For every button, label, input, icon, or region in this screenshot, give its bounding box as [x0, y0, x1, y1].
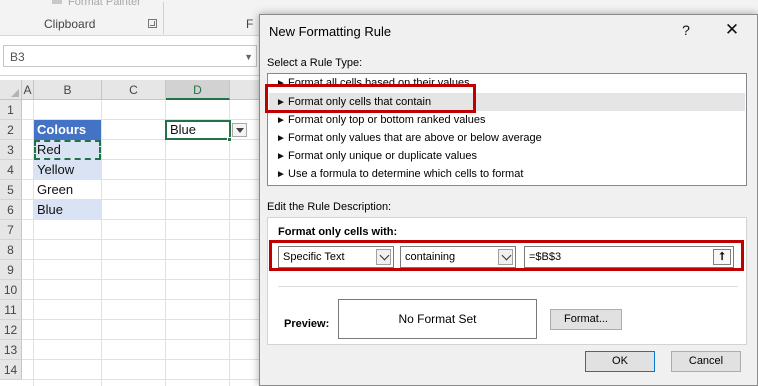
close-icon[interactable]: ✕ — [722, 20, 742, 40]
format-only-cells-label: Format only cells with: — [278, 226, 398, 238]
cell-b5[interactable]: Green — [34, 180, 101, 200]
highlight-selected-rule — [265, 84, 476, 113]
arrow-right-icon: ► — [276, 151, 286, 162]
row-header-10[interactable]: 10 — [0, 280, 22, 300]
chevron-down-icon[interactable]: ▼ — [244, 52, 253, 62]
worksheet-grid: A B C D 1 2 3 4 5 6 7 8 9 10 11 12 13 14… — [0, 80, 270, 386]
row-header-14[interactable]: 14 — [0, 360, 22, 380]
rule-type-item[interactable]: ► Format only unique or duplicate values — [269, 147, 745, 165]
clipboard-group-label: Clipboard — [44, 17, 96, 31]
gridline — [22, 299, 270, 300]
column-header-d[interactable]: D — [166, 80, 230, 100]
cancel-button[interactable]: Cancel — [671, 351, 741, 372]
font-group-label: F — [246, 17, 254, 31]
column-header-a[interactable]: A — [22, 80, 34, 100]
row-header-1[interactable]: 1 — [0, 100, 22, 120]
cell-d2[interactable]: Blue — [165, 120, 231, 140]
gridline — [22, 379, 270, 380]
row-header-5[interactable]: 5 — [0, 180, 22, 200]
rule-type-label: Format only unique or duplicate values — [288, 150, 477, 162]
row-header-13[interactable]: 13 — [0, 340, 22, 360]
dropdown-arrow-icon[interactable] — [232, 123, 247, 137]
rule-type-item[interactable]: ► Format only values that are above or be… — [269, 129, 745, 147]
help-icon[interactable]: ? — [676, 20, 696, 40]
select-rule-type-label: Select a Rule Type: — [267, 57, 363, 69]
gridline — [22, 259, 270, 260]
fill-handle[interactable] — [227, 137, 232, 142]
row-header-7[interactable]: 7 — [0, 220, 22, 240]
row-header-12[interactable]: 12 — [0, 320, 22, 340]
arrow-right-icon: ► — [276, 133, 286, 144]
rule-type-item[interactable]: ► Use a formula to determine which cells … — [269, 165, 745, 183]
arrow-right-icon: ► — [276, 169, 286, 180]
column-header-b[interactable]: B — [34, 80, 102, 100]
gridline — [229, 100, 230, 386]
rule-description-panel: Format only cells with: Specific Text co… — [267, 217, 747, 345]
select-all-corner[interactable] — [0, 80, 22, 100]
format-painter-label[interactable]: Format Painter — [68, 0, 141, 8]
column-header-c[interactable]: C — [102, 80, 166, 100]
row-header-9[interactable]: 9 — [0, 260, 22, 280]
ok-button[interactable]: OK — [585, 351, 655, 372]
gridline — [22, 359, 270, 360]
clipboard-launcher-icon[interactable] — [148, 19, 157, 28]
rule-type-item[interactable]: ► Format only top or bottom ranked values — [269, 111, 745, 129]
preview-label: Preview: — [284, 318, 330, 330]
row-header-4[interactable]: 4 — [0, 160, 22, 180]
format-button[interactable]: Format... — [550, 309, 622, 330]
gridline — [22, 279, 270, 280]
name-box[interactable]: B3 ▼ — [3, 45, 257, 67]
gridline — [101, 100, 102, 386]
highlight-condition-row — [269, 240, 744, 271]
ribbon-divider — [163, 2, 164, 34]
gridline — [22, 239, 270, 240]
row-header-11[interactable]: 11 — [0, 300, 22, 320]
cell-b2[interactable]: Colours — [34, 120, 101, 140]
row-header-6[interactable]: 6 — [0, 200, 22, 220]
row-header-3[interactable]: 3 — [0, 140, 22, 160]
new-formatting-rule-dialog: New Formatting Rule ? ✕ Select a Rule Ty… — [259, 14, 758, 386]
rule-type-label: Format only top or bottom ranked values — [288, 114, 486, 126]
edit-rule-description-label: Edit the Rule Description: — [267, 201, 392, 213]
name-box-value: B3 — [10, 50, 25, 64]
format-painter-icon[interactable] — [52, 0, 62, 4]
preview-box: No Format Set — [338, 299, 537, 339]
cell-b6[interactable]: Blue — [34, 200, 101, 220]
rule-type-label: Format only values that are above or bel… — [288, 132, 542, 144]
gridline — [165, 100, 166, 386]
row-header-2[interactable]: 2 — [0, 120, 22, 140]
row-header-8[interactable]: 8 — [0, 240, 22, 260]
rule-type-label: Use a formula to determine which cells t… — [288, 168, 524, 180]
dialog-title: New Formatting Rule — [269, 24, 392, 39]
cell-b4[interactable]: Yellow — [34, 160, 101, 180]
cell-b3[interactable]: Red — [34, 140, 101, 160]
arrow-right-icon: ► — [276, 115, 286, 126]
gridline — [22, 319, 270, 320]
gridline — [22, 339, 270, 340]
divider — [278, 286, 738, 287]
